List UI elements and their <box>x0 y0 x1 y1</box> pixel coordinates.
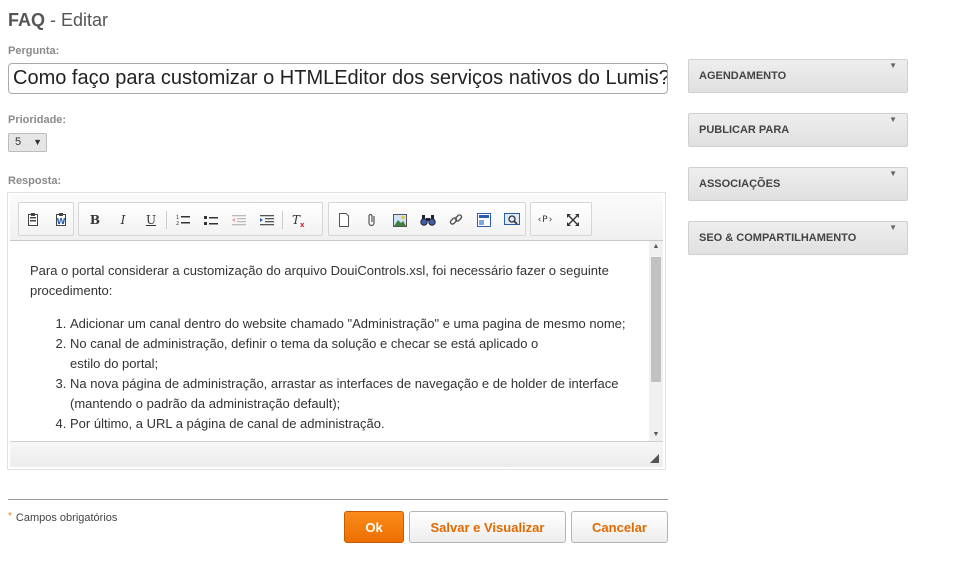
scroll-down-icon[interactable]: ▼ <box>649 429 663 441</box>
cancel-button[interactable]: Cancelar <box>571 511 668 543</box>
scroll-up-icon[interactable]: ▲ <box>649 241 663 253</box>
ok-button[interactable]: Ok <box>344 511 404 543</box>
toolbar-group-clipboard: W <box>18 202 74 236</box>
editor-content[interactable]: Para o portal considerar a customização … <box>10 241 649 441</box>
required-asterisk-icon: * <box>8 511 12 522</box>
toolbar-group-insert <box>328 202 526 236</box>
answer-label: Resposta: <box>8 175 62 187</box>
image-icon[interactable] <box>390 211 410 229</box>
html-editor: W B I U 12 Tx ‹P› Para o portal consider… <box>7 192 666 470</box>
toolbar-group-format: B I U 12 Tx <box>78 202 323 236</box>
svg-text:2: 2 <box>176 221 179 226</box>
link-icon[interactable] <box>446 211 466 229</box>
save-and-view-button[interactable]: Salvar e Visualizar <box>409 511 566 543</box>
panel-associacoes[interactable]: ASSOCIAÇÕES ▼ <box>688 167 908 201</box>
page-title-action: - Editar <box>45 10 109 30</box>
italic-icon[interactable]: I <box>113 211 133 229</box>
indent-icon[interactable] <box>257 211 277 229</box>
source-code-icon[interactable]: ‹P› <box>535 211 555 229</box>
bold-icon[interactable]: B <box>85 211 105 229</box>
question-label: Pergunta: <box>8 45 60 57</box>
bulleted-list-icon[interactable] <box>201 211 221 229</box>
editor-scrollbar[interactable]: ▲ ▼ <box>649 241 663 441</box>
maximize-icon[interactable] <box>563 211 583 229</box>
footer-divider <box>8 499 668 500</box>
chevron-down-icon: ▼ <box>889 169 897 178</box>
chevron-down-icon: ▼ <box>33 137 42 147</box>
insert-media-icon[interactable] <box>474 211 494 229</box>
editor-statusbar <box>10 441 663 467</box>
toolbar-group-tools: ‹P› <box>530 202 592 236</box>
template-icon[interactable] <box>23 211 43 229</box>
priority-select[interactable]: 5 ▼ <box>8 133 47 152</box>
list-item: No canal de administração, definir o tem… <box>70 334 629 374</box>
scrollbar-thumb[interactable] <box>651 257 661 382</box>
editor-toolbar: W B I U 12 Tx ‹P› <box>10 195 663 241</box>
chevron-down-icon: ▼ <box>889 61 897 70</box>
question-input[interactable]: Como faço para customizar o HTMLEditor d… <box>8 63 668 94</box>
chevron-down-icon: ▼ <box>889 115 897 124</box>
preview-icon[interactable] <box>502 211 522 229</box>
underline-icon[interactable]: U <box>141 211 161 229</box>
svg-text:W: W <box>57 217 66 226</box>
paste-word-icon[interactable]: W <box>51 211 71 229</box>
page-title: FAQ - Editar <box>8 10 108 31</box>
list-item: Na nova página de administração, arrasta… <box>70 374 629 414</box>
page-title-module: FAQ <box>8 10 46 30</box>
panel-seo-compartilhamento[interactable]: SEO & COMPARTILHAMENTO ▼ <box>688 221 908 255</box>
priority-label: Prioridade: <box>8 114 67 126</box>
new-page-icon[interactable] <box>334 211 354 229</box>
content-steps-list: Adicionar um canal dentro do website cha… <box>30 314 629 434</box>
svg-text:x: x <box>300 221 305 227</box>
remove-format-icon[interactable]: Tx <box>289 211 309 229</box>
list-item: Adicionar um canal dentro do website cha… <box>70 314 629 334</box>
chevron-down-icon: ▼ <box>889 223 897 232</box>
find-icon[interactable] <box>418 211 438 229</box>
outdent-icon[interactable] <box>229 211 249 229</box>
priority-value: 5 <box>15 136 22 148</box>
resize-handle-icon[interactable] <box>650 454 659 463</box>
attachment-icon[interactable] <box>362 211 382 229</box>
numbered-list-icon[interactable]: 12 <box>173 211 193 229</box>
required-fields-note: * Campos obrigatórios <box>8 511 118 524</box>
content-paragraph: Para o portal considerar a customização … <box>30 263 609 298</box>
panel-publicar-para[interactable]: PUBLICAR PARA ▼ <box>688 113 908 147</box>
list-item: Por último, a URL a página de canal de a… <box>70 414 629 434</box>
panel-agendamento[interactable]: AGENDAMENTO ▼ <box>688 59 908 93</box>
